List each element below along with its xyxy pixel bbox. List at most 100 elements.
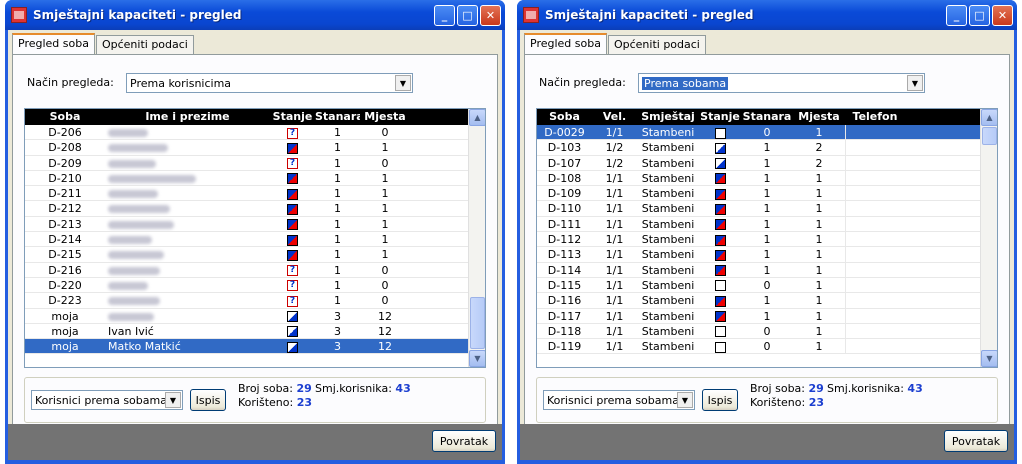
scroll-down-arrow-icon[interactable]: ▼ bbox=[469, 350, 485, 367]
table-row[interactable]: moja 3 12 bbox=[25, 309, 485, 324]
table-row[interactable]: D-109 1/1 Stambeni 1 1 bbox=[537, 186, 997, 202]
close-button[interactable]: ✕ bbox=[992, 4, 1013, 26]
chevron-down-icon[interactable]: ▼ bbox=[395, 75, 411, 91]
broj-soba: Broj soba: 29 bbox=[750, 382, 824, 395]
col-mjesta[interactable]: Mjesta bbox=[360, 109, 410, 125]
tab-opceniti-podaci[interactable]: Općeniti podaci bbox=[607, 35, 706, 54]
scroll-up-arrow-icon[interactable]: ▲ bbox=[469, 109, 485, 126]
scroll-down-arrow-icon[interactable]: ▼ bbox=[981, 350, 997, 367]
scroll-thumb[interactable] bbox=[470, 297, 485, 349]
report-select-value: Korisnici prema sobama bbox=[35, 393, 167, 407]
cell-mjesta: 0 bbox=[381, 294, 389, 308]
cell-telefon bbox=[845, 277, 905, 293]
tab-pregled-soba[interactable]: Pregled soba bbox=[12, 33, 95, 54]
table-row[interactable]: D-211 1 1 bbox=[25, 186, 485, 202]
povratak-button[interactable]: Povratak bbox=[432, 430, 496, 452]
table-row[interactable]: D-103 1/2 Stambeni 1 2 bbox=[537, 140, 997, 156]
title-bar[interactable]: Smještajni kapaciteti - pregled _ □ ✕ bbox=[517, 0, 1017, 30]
table-row[interactable]: D-117 1/1 Stambeni 1 1 bbox=[537, 308, 997, 324]
vertical-scrollbar[interactable]: ▲ ▼ bbox=[468, 109, 485, 367]
cell-stanje bbox=[699, 140, 741, 154]
report-select-value: Korisnici prema sobama bbox=[547, 393, 679, 407]
table-row[interactable]: D-111 1/1 Stambeni 1 1 bbox=[537, 216, 997, 233]
table-row[interactable]: D-0029 1/1 Stambeni 0 1 bbox=[537, 125, 997, 141]
col-ime[interactable]: Ime i prezime bbox=[105, 109, 270, 125]
table-row[interactable]: D-110 1/1 Stambeni 1 1 bbox=[537, 201, 997, 217]
table-row[interactable]: D-114 1/1 Stambeni 1 1 bbox=[537, 262, 997, 278]
table-row[interactable]: D-209? 1 0 bbox=[25, 156, 485, 171]
table-row[interactable]: D-214 1 1 bbox=[25, 232, 485, 248]
cell-stanje bbox=[270, 171, 315, 185]
table-row[interactable]: D-212 1 1 bbox=[25, 201, 485, 217]
povratak-button[interactable]: Povratak bbox=[944, 430, 1008, 452]
table-row[interactable]: D-216? 1 0 bbox=[25, 263, 485, 278]
users-grid[interactable]: Soba Ime i prezime Stanje Stanara Mjesta… bbox=[24, 108, 486, 368]
report-select[interactable]: Korisnici prema sobama ▼ bbox=[543, 390, 695, 410]
table-row[interactable]: D-108 1/1 Stambeni 1 1 bbox=[537, 170, 997, 187]
scroll-thumb[interactable] bbox=[982, 127, 997, 145]
maximize-button[interactable]: □ bbox=[457, 4, 478, 26]
table-row[interactable]: moja Ivan Ivić 3 12 bbox=[25, 324, 485, 340]
cell-telefon bbox=[845, 293, 905, 308]
cell-stanara: 1 bbox=[334, 294, 341, 308]
minimize-button[interactable]: _ bbox=[946, 4, 967, 26]
redacted-name bbox=[108, 251, 164, 260]
redacted-name bbox=[108, 312, 154, 321]
table-row[interactable]: D-107 1/2 Stambeni 1 2 bbox=[537, 155, 997, 171]
report-select[interactable]: Korisnici prema sobama ▼ bbox=[31, 390, 183, 410]
ispis-button[interactable]: Ispis bbox=[190, 389, 226, 411]
cell-smjestaj: Stambeni bbox=[641, 217, 695, 231]
tab-strip: Pregled soba Općeniti podaci bbox=[12, 33, 195, 54]
maximize-button[interactable]: □ bbox=[969, 4, 990, 26]
col-stanara[interactable]: Stanara bbox=[741, 109, 793, 125]
table-row[interactable]: D-116 1/1 Stambeni 1 1 bbox=[537, 293, 997, 309]
col-smjestaj[interactable]: Smještaj bbox=[637, 109, 699, 125]
col-stanje[interactable]: Stanje bbox=[699, 109, 741, 125]
minimize-button[interactable]: _ bbox=[434, 4, 455, 26]
mode-select[interactable]: Prema sobama ▼ bbox=[638, 73, 925, 93]
ispis-button[interactable]: Ispis bbox=[702, 389, 738, 411]
table-row[interactable]: D-213 1 1 bbox=[25, 217, 485, 233]
cell-stanje bbox=[270, 247, 315, 261]
table-row[interactable]: D-223? 1 0 bbox=[25, 293, 485, 309]
chevron-down-icon[interactable]: ▼ bbox=[907, 75, 923, 91]
table-row[interactable]: D-115 1/1 Stambeni 0 1 bbox=[537, 277, 997, 294]
rooms-grid[interactable]: Soba Vel. Smještaj Stanje Stanara Mjesta… bbox=[536, 108, 998, 368]
occupancy-state-icon bbox=[714, 142, 726, 154]
chevron-down-icon[interactable]: ▼ bbox=[677, 392, 693, 408]
table-row[interactable]: D-113 1/1 Stambeni 1 1 bbox=[537, 247, 997, 263]
table-row[interactable]: D-215 1 1 bbox=[25, 247, 485, 263]
cell-soba: D-110 bbox=[547, 202, 582, 216]
chevron-down-icon[interactable]: ▼ bbox=[165, 392, 181, 408]
cell-ime bbox=[105, 217, 270, 231]
scroll-up-arrow-icon[interactable]: ▲ bbox=[981, 109, 997, 126]
close-button[interactable]: ✕ bbox=[480, 4, 501, 26]
table-row[interactable]: moja Matko Matkić 3 12 bbox=[25, 339, 485, 355]
cell-smjestaj: Stambeni bbox=[641, 202, 695, 216]
table-row[interactable]: D-210 1 1 bbox=[25, 171, 485, 187]
table-row[interactable]: D-118 1/1 Stambeni 0 1 bbox=[537, 323, 997, 340]
cell-telefon bbox=[845, 155, 905, 170]
cell-stanara: 1 bbox=[334, 171, 341, 185]
table-row[interactable]: D-220? 1 0 bbox=[25, 278, 485, 294]
app-icon bbox=[11, 7, 27, 23]
col-soba[interactable]: Soba bbox=[25, 109, 105, 125]
tab-opceniti-podaci[interactable]: Općeniti podaci bbox=[95, 35, 194, 54]
tab-strip: Pregled soba Općeniti podaci bbox=[524, 33, 707, 54]
vertical-scrollbar[interactable]: ▲ ▼ bbox=[980, 109, 997, 367]
table-row[interactable]: D-208 1 1 bbox=[25, 140, 485, 156]
col-stanje[interactable]: Stanje bbox=[270, 109, 315, 125]
table-row[interactable]: D-112 1/1 Stambeni 1 1 bbox=[537, 232, 997, 248]
col-telefon[interactable]: Telefon bbox=[845, 109, 905, 125]
table-row[interactable]: D-206? 1 0 bbox=[25, 125, 485, 141]
tab-pregled-soba[interactable]: Pregled soba bbox=[524, 33, 607, 54]
cell-mjesta: 1 bbox=[815, 126, 823, 139]
col-soba[interactable]: Soba bbox=[537, 109, 592, 125]
col-stanara[interactable]: Stanara bbox=[315, 109, 360, 125]
title-bar[interactable]: Smještajni kapaciteti - pregled _ □ ✕ bbox=[5, 0, 505, 30]
mode-select[interactable]: Prema korisnicima ▼ bbox=[126, 73, 413, 93]
col-vel[interactable]: Vel. bbox=[592, 109, 637, 125]
cell-mjesta: 1 bbox=[381, 171, 389, 185]
col-mjesta[interactable]: Mjesta bbox=[793, 109, 845, 125]
table-row[interactable]: D-119 1/1 Stambeni 0 1 bbox=[537, 339, 997, 355]
